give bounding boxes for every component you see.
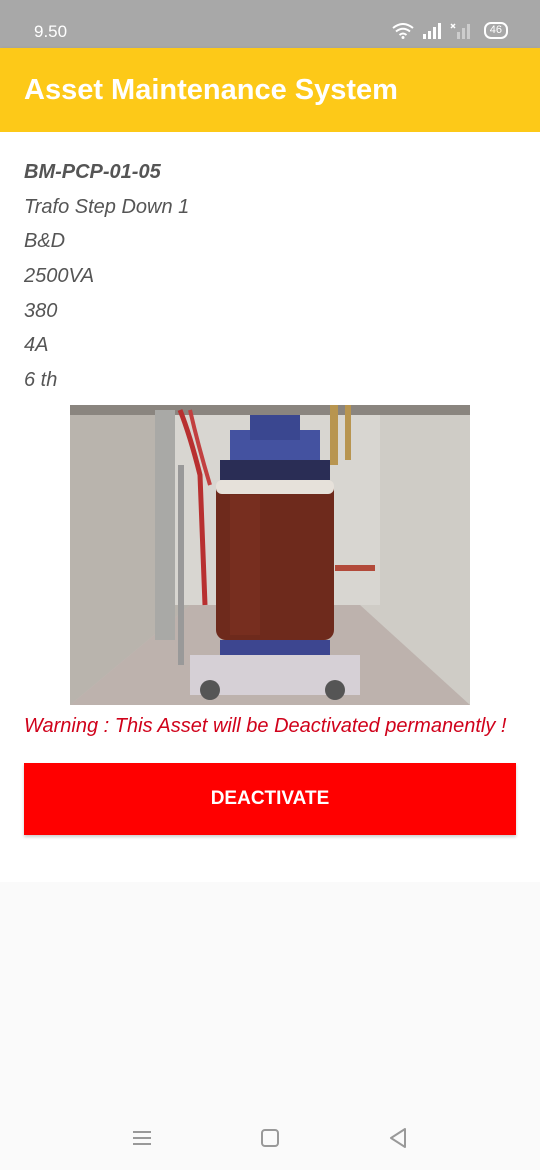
asset-current: 4A: [24, 334, 49, 357]
signal-no-sim-icon: [450, 22, 470, 39]
app-title: Asset Maintenance System: [24, 74, 398, 106]
menu-icon[interactable]: [130, 1126, 154, 1150]
home-icon[interactable]: [258, 1126, 282, 1150]
asset-age: 6 th: [24, 369, 58, 392]
asset-voltage: 380: [24, 299, 58, 322]
deactivate-button[interactable]: DEACTIVATE: [24, 763, 516, 835]
asset-name: Trafo Step Down 1: [24, 195, 190, 218]
wifi-icon: [392, 22, 414, 39]
system-nav-bar: [0, 1104, 540, 1170]
status-icons: 46: [392, 22, 508, 39]
asset-code: BM-PCP-01-05: [24, 161, 161, 183]
asset-info: BM-PCP-01-05 Trafo Step Down 1 B&D 2500V…: [24, 160, 189, 403]
asset-brand: B&D: [24, 230, 66, 253]
app-bar: Asset Maintenance System: [0, 48, 540, 132]
back-icon[interactable]: [386, 1126, 410, 1150]
warning-message: Warning : This Asset will be Deactivated…: [24, 715, 507, 737]
status-bar: 9.50 46: [0, 0, 540, 48]
asset-power: 2500VA: [24, 265, 95, 288]
status-time: 9.50: [34, 22, 68, 41]
asset-detail: BM-PCP-01-05 Trafo Step Down 1 B&D 2500V…: [0, 132, 540, 882]
asset-photo: [70, 405, 470, 705]
signal-icon: [422, 22, 441, 39]
battery-icon: 46: [483, 22, 508, 39]
